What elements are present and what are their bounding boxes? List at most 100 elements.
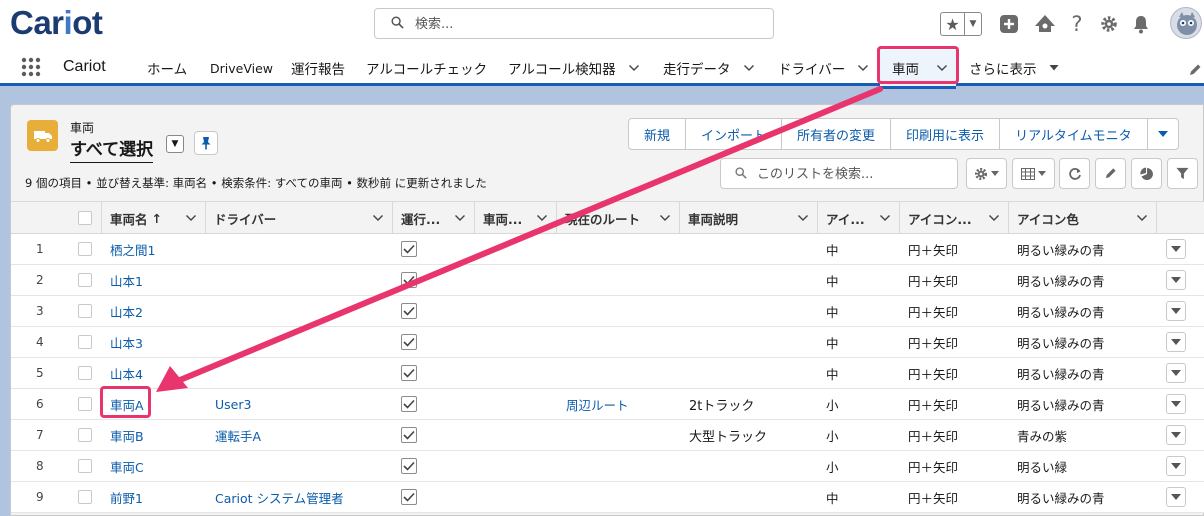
chevron-down-icon[interactable]: [857, 62, 869, 74]
nav-item-more[interactable]: さらに表示: [969, 50, 1060, 86]
column-header-icon-size[interactable]: アイ...: [818, 202, 900, 234]
nav-item-unko-hokoku[interactable]: 運行報告: [291, 50, 345, 86]
display-as-button[interactable]: [1012, 158, 1055, 189]
column-header-active[interactable]: 運行...: [393, 202, 475, 234]
route-link[interactable]: [566, 420, 678, 450]
route-link[interactable]: [566, 327, 678, 357]
driver-link[interactable]: [215, 327, 391, 357]
chevron-down-icon[interactable]: [797, 212, 809, 224]
select-all-checkbox[interactable]: [77, 211, 92, 225]
row-select[interactable]: [78, 265, 98, 295]
list-search[interactable]: [720, 158, 958, 189]
app-launcher-icon[interactable]: [21, 57, 41, 77]
refresh-button[interactable]: [1059, 158, 1090, 189]
chevron-down-icon[interactable]: [536, 212, 548, 224]
row-actions-dropdown[interactable]: [1166, 487, 1186, 507]
row-checkbox[interactable]: [78, 397, 92, 411]
plus-icon[interactable]: [996, 10, 1022, 38]
column-header-icon-color[interactable]: アイコン色: [1009, 202, 1157, 234]
vehicle-name-link[interactable]: 山本3: [110, 327, 204, 357]
row-actions-dropdown[interactable]: [1166, 363, 1186, 383]
driver-link[interactable]: [215, 358, 391, 388]
cariot-logo[interactable]: Cariot: [10, 4, 103, 42]
change-owner-button[interactable]: 所有者の変更: [782, 119, 892, 149]
inline-edit-button[interactable]: [1095, 158, 1126, 189]
vehicle-name-link[interactable]: 山本4: [110, 358, 204, 388]
favorites-dropdown-icon[interactable]: ▼: [965, 13, 981, 35]
new-button[interactable]: 新規: [629, 119, 687, 149]
list-search-input[interactable]: [755, 164, 950, 184]
nav-item-driver[interactable]: ドライバー: [778, 50, 869, 86]
row-select[interactable]: [78, 451, 98, 481]
vehicle-name-link[interactable]: 車両C: [110, 451, 204, 481]
realtime-monitor-button[interactable]: リアルタイムモニタ: [1000, 119, 1148, 149]
nav-item-drive-data[interactable]: 走行データ: [663, 50, 755, 86]
row-actions-dropdown[interactable]: [1166, 425, 1186, 445]
driver-link[interactable]: [215, 296, 391, 326]
row-checkbox[interactable]: [78, 366, 92, 380]
chevron-down-icon[interactable]: [1136, 212, 1148, 224]
route-link[interactable]: [566, 451, 678, 481]
row-actions-dropdown[interactable]: [1166, 332, 1186, 352]
driver-link[interactable]: [215, 451, 391, 481]
trailhead-icon[interactable]: [1032, 10, 1058, 38]
vehicle-name-link[interactable]: 栖之間1: [110, 234, 204, 264]
row-checkbox[interactable]: [78, 459, 92, 473]
driver-link[interactable]: User3: [215, 389, 391, 419]
chevron-down-icon[interactable]: [454, 212, 466, 224]
nav-item-alcohol-detector[interactable]: アルコール検知器: [508, 50, 640, 86]
driver-link[interactable]: [215, 265, 391, 295]
import-button[interactable]: インポート: [686, 119, 783, 149]
caret-down-icon[interactable]: [1048, 62, 1060, 74]
nav-item-driveview[interactable]: DriveView: [210, 50, 273, 86]
row-select[interactable]: [78, 389, 98, 419]
gear-icon[interactable]: [1096, 10, 1122, 38]
chevron-down-icon[interactable]: [185, 212, 197, 224]
chevron-down-icon[interactable]: [879, 212, 891, 224]
route-link[interactable]: [566, 296, 678, 326]
driver-link[interactable]: Cariot システム管理者: [215, 482, 391, 512]
list-view-picker-icon[interactable]: ▼: [166, 135, 184, 153]
route-link[interactable]: [566, 265, 678, 295]
row-checkbox[interactable]: [78, 490, 92, 504]
row-select[interactable]: [78, 296, 98, 326]
row-checkbox[interactable]: [78, 242, 92, 256]
column-header-driver[interactable]: ドライバー: [206, 202, 393, 234]
global-search[interactable]: [374, 8, 774, 39]
nav-item-alcohol-check[interactable]: アルコールチェック: [366, 50, 487, 86]
row-actions-dropdown[interactable]: [1166, 270, 1186, 290]
row-select[interactable]: [78, 327, 98, 357]
route-link[interactable]: [566, 482, 678, 512]
filter-button[interactable]: [1167, 158, 1198, 189]
chevron-down-icon[interactable]: [372, 212, 384, 224]
row-select[interactable]: [78, 420, 98, 450]
user-avatar[interactable]: [1170, 7, 1202, 39]
bell-icon[interactable]: [1128, 10, 1154, 38]
row-select[interactable]: [78, 234, 98, 264]
chevron-down-icon[interactable]: [743, 62, 755, 74]
row-checkbox[interactable]: [78, 273, 92, 287]
column-header-icon-shape[interactable]: アイコン...: [900, 202, 1009, 234]
vehicle-name-link[interactable]: 山本1: [110, 265, 204, 295]
row-actions-dropdown[interactable]: [1166, 394, 1186, 414]
row-select[interactable]: [78, 482, 98, 512]
column-header-vehicle-description[interactable]: 車両説明: [680, 202, 818, 234]
column-header-vehicle-name[interactable]: 車両名 ↑: [102, 202, 206, 234]
help-icon[interactable]: ?: [1064, 10, 1090, 38]
nav-item-home[interactable]: ホーム: [147, 50, 187, 86]
row-actions-dropdown[interactable]: [1166, 239, 1186, 259]
row-actions-dropdown[interactable]: [1166, 456, 1186, 476]
column-header-current-route[interactable]: 現在のルート: [557, 202, 680, 234]
chevron-down-icon[interactable]: [628, 62, 640, 74]
pin-list-button[interactable]: [194, 131, 218, 155]
route-link[interactable]: [566, 358, 678, 388]
row-checkbox[interactable]: [78, 335, 92, 349]
vehicle-name-link[interactable]: 車両B: [110, 420, 204, 450]
driver-link[interactable]: 運転手A: [215, 420, 391, 450]
printable-view-button[interactable]: 印刷用に表示: [891, 119, 1001, 149]
star-icon[interactable]: ★: [941, 13, 965, 35]
driver-link[interactable]: [215, 234, 391, 264]
list-view-title[interactable]: すべて選択: [70, 135, 154, 163]
list-settings-button[interactable]: [966, 158, 1007, 189]
route-link[interactable]: 周辺ルート: [566, 389, 678, 419]
